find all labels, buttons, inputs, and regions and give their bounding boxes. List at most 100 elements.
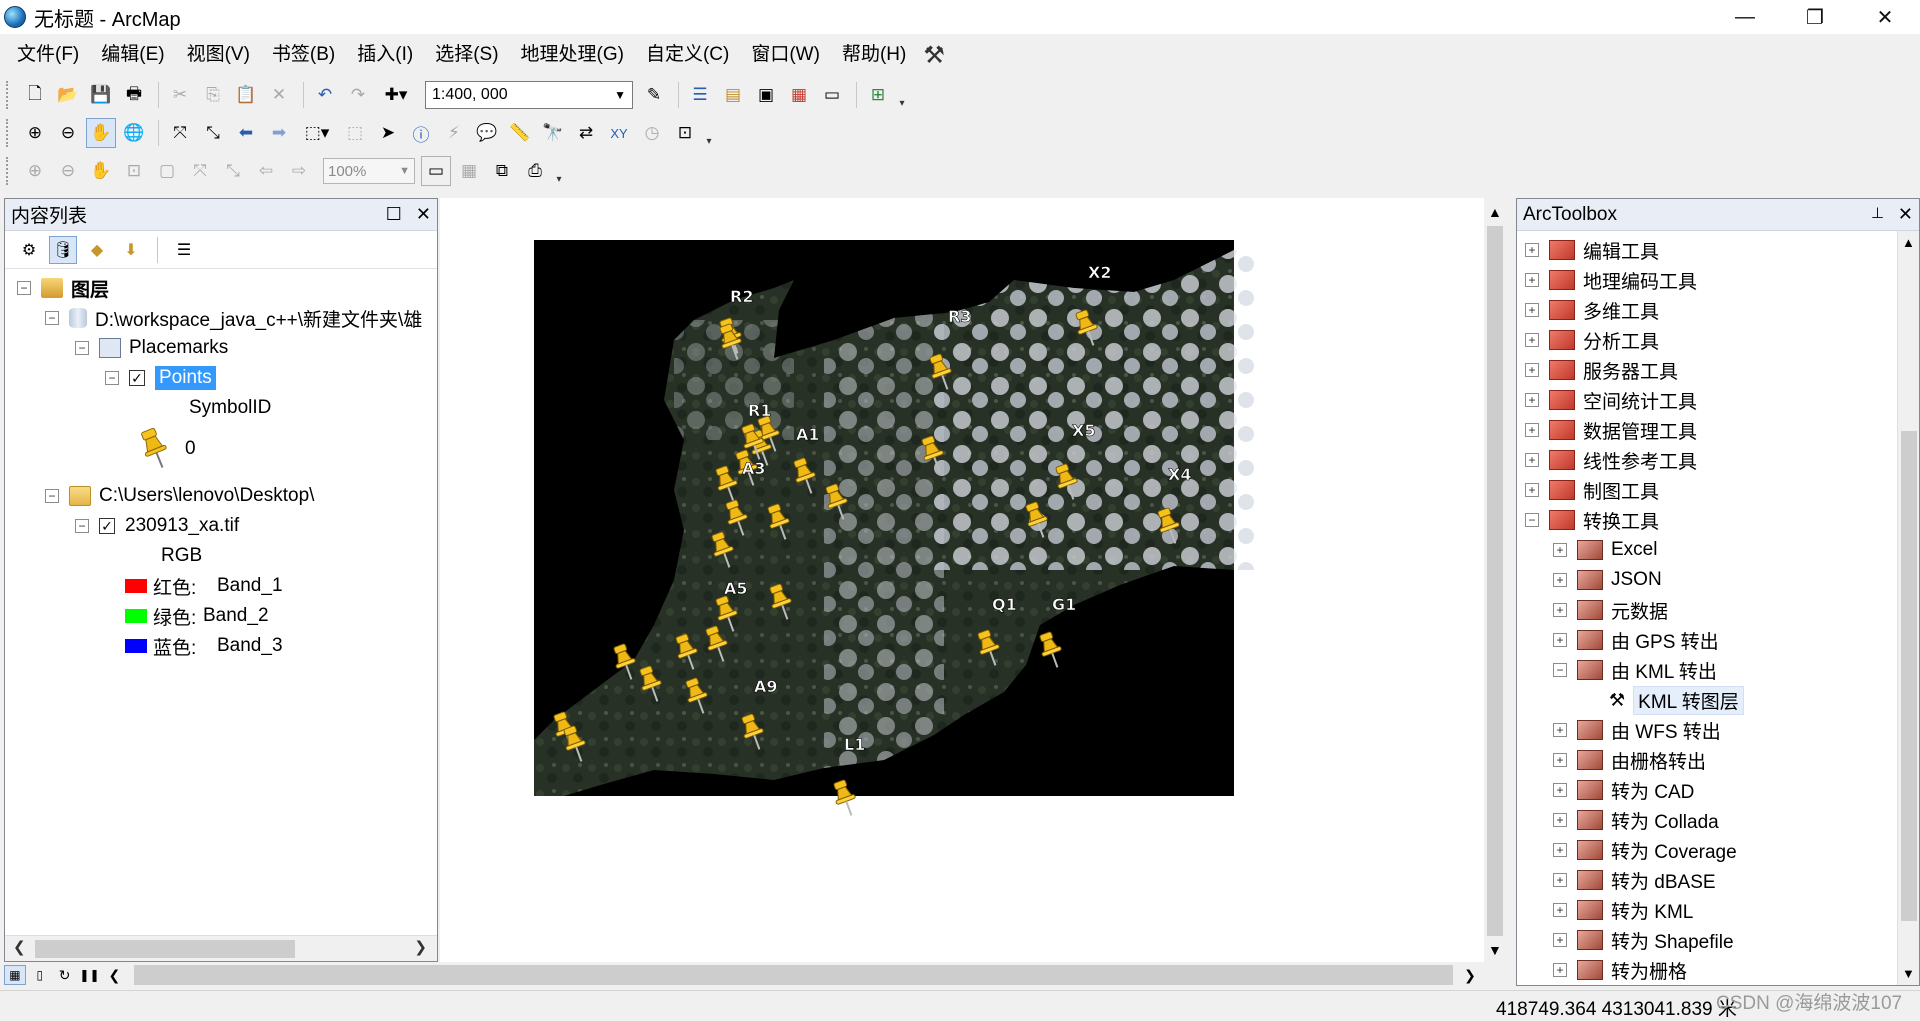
scroll-up-icon[interactable]: ▲	[1902, 235, 1915, 250]
restore-button[interactable]: ❐	[1780, 0, 1850, 34]
scroll-left-icon[interactable]: ❮	[103, 965, 125, 985]
toolset-from-gps[interactable]: + 由 GPS 转出	[1553, 625, 1719, 655]
python-window-icon[interactable]: ▭	[817, 80, 847, 110]
scroll-down-icon[interactable]: ▼	[1488, 942, 1502, 958]
collapse-icon[interactable]: −	[17, 281, 31, 295]
data-view-icon[interactable]: ▦	[4, 965, 26, 985]
pause-drawing-icon[interactable]: ❚❚	[79, 965, 101, 985]
table-of-contents-icon[interactable]: ☰	[685, 80, 715, 110]
list-by-source-icon[interactable]: 🛢	[49, 235, 77, 264]
map-canvas[interactable]: R2 R3 X2 R1 A1 X5 A3 X4 A5 Q1 G1 A9 L1	[440, 198, 1484, 964]
hammer-icon[interactable]: ⚒	[917, 41, 945, 70]
minimize-button[interactable]: —	[1710, 0, 1780, 34]
toolbox-conversion-tools[interactable]: − 转换工具	[1525, 505, 1659, 535]
raster-visibility-checkbox[interactable]: ✓	[99, 518, 115, 534]
menu-geoprocessing[interactable]: 地理处理(G)	[510, 38, 635, 72]
collapse-icon[interactable]: −	[105, 371, 119, 385]
toolbox-spatial-statistics-tools[interactable]: + 空间统计工具	[1525, 385, 1697, 415]
back-extent-icon[interactable]: ⬅	[231, 118, 261, 148]
expand-icon[interactable]: +	[1553, 633, 1567, 647]
pin-icon[interactable]: ⊥	[1871, 204, 1884, 225]
collapse-icon[interactable]: −	[1553, 663, 1567, 677]
tree-row-placemarks[interactable]: − Placemarks	[75, 333, 228, 363]
menu-insert[interactable]: 插入(I)	[346, 38, 424, 72]
expand-icon[interactable]: +	[1553, 603, 1567, 617]
toolset-metadata[interactable]: + 元数据	[1553, 595, 1668, 625]
toolbox-analysis-tools[interactable]: + 分析工具	[1525, 325, 1659, 355]
time-slider-icon[interactable]: ◷	[637, 118, 667, 148]
toolbox-close-icon[interactable]: ✕	[1898, 204, 1913, 225]
editor-toolbar-icon[interactable]: ✎	[639, 80, 669, 110]
fixed-zoom-out-layout-icon[interactable]: ⤡	[218, 156, 248, 186]
menu-file[interactable]: 文件(F)	[6, 38, 90, 72]
toc-horizontal-scrollbar[interactable]: ❮ ❯	[5, 935, 437, 961]
options-icon[interactable]: ☰	[170, 236, 198, 264]
map-scale-combobox[interactable]: 1:400, 000 ▼	[425, 81, 633, 109]
toolset-to-dbase[interactable]: + 转为 dBASE	[1553, 865, 1716, 895]
menu-selection[interactable]: 选择(S)	[424, 38, 509, 72]
menu-bookmarks[interactable]: 书签(B)	[261, 38, 346, 72]
new-document-icon[interactable]: 🗋	[20, 80, 50, 110]
expand-icon[interactable]: +	[1525, 303, 1539, 317]
list-by-visibility-icon[interactable]: ◆	[83, 236, 111, 264]
expand-icon[interactable]: +	[1553, 963, 1567, 977]
menu-customize[interactable]: 自定义(C)	[635, 38, 740, 72]
toolset-from-raster[interactable]: + 由栅格转出	[1553, 745, 1706, 775]
toolbar-options-icon[interactable]: ▾	[703, 119, 715, 147]
expand-icon[interactable]: +	[1553, 753, 1567, 767]
go-to-xy-icon[interactable]: XY	[604, 118, 634, 148]
tree-row-raster[interactable]: − ✓ 230913_xa.tif	[75, 511, 239, 541]
tree-row-points[interactable]: − ✓ Points	[105, 363, 216, 393]
list-by-selection-icon[interactable]: ⬇	[117, 236, 145, 264]
fixed-zoom-in-layout-icon[interactable]: ⤧	[185, 156, 215, 186]
collapse-icon[interactable]: −	[75, 519, 89, 533]
expand-icon[interactable]: +	[1525, 483, 1539, 497]
expand-icon[interactable]: +	[1553, 933, 1567, 947]
expand-icon[interactable]: +	[1553, 813, 1567, 827]
expand-icon[interactable]: +	[1525, 363, 1539, 377]
cut-icon[interactable]: ✂	[165, 80, 195, 110]
tree-row-symbol[interactable]: 0	[135, 427, 196, 471]
close-button[interactable]: ✕	[1850, 0, 1920, 34]
identify-icon[interactable]: ⓘ	[406, 118, 436, 148]
refresh-icon[interactable]: ↻	[54, 965, 76, 985]
search-window-icon[interactable]: ▣	[751, 80, 781, 110]
map-vertical-scrollbar[interactable]: ▲ ▼	[1484, 198, 1506, 964]
full-extent-icon[interactable]: 🌐	[119, 118, 149, 148]
scroll-down-icon[interactable]: ▼	[1902, 966, 1915, 981]
expand-icon[interactable]: +	[1553, 543, 1567, 557]
clear-selection-icon[interactable]: ⬚	[340, 118, 370, 148]
list-by-drawing-order-icon[interactable]: ⚙	[15, 236, 43, 264]
points-layer-label[interactable]: Points	[155, 366, 216, 390]
scroll-thumb[interactable]	[35, 940, 295, 958]
select-elements-icon[interactable]: ➤	[373, 118, 403, 148]
html-popup-icon[interactable]: 💬	[472, 118, 502, 148]
expand-icon[interactable]: +	[1525, 333, 1539, 347]
copy-icon[interactable]: ⎘	[198, 80, 228, 110]
scroll-thumb[interactable]	[1901, 431, 1917, 921]
zoom-100-icon[interactable]: ▢	[152, 156, 182, 186]
zoom-whole-page-icon[interactable]: ⊡	[119, 156, 149, 186]
add-data-icon[interactable]: ✚▾	[376, 80, 416, 110]
menu-view[interactable]: 视图(V)	[176, 38, 261, 72]
scroll-thumb[interactable]	[1487, 226, 1503, 936]
toolset-to-cad[interactable]: + 转为 CAD	[1553, 775, 1694, 805]
fixed-zoom-in-icon[interactable]: ⤧	[165, 118, 195, 148]
collapse-icon[interactable]: −	[75, 341, 89, 355]
toolbox-vertical-scrollbar[interactable]: ▲ ▼	[1897, 231, 1919, 985]
arctoolbox-icon[interactable]: ▦	[784, 80, 814, 110]
toolset-to-shapefile[interactable]: + 转为 Shapefile	[1553, 925, 1734, 955]
menu-help[interactable]: 帮助(H)	[831, 38, 917, 72]
toggle-draft-mode-icon[interactable]: ▭	[421, 156, 451, 186]
redo-icon[interactable]: ↷	[343, 80, 373, 110]
print-icon[interactable]: 🖶	[119, 80, 149, 110]
tree-row-layers[interactable]: − 图层	[17, 273, 109, 303]
toc-autohide-icon[interactable]: ☐	[386, 204, 402, 225]
toolbox-multidimension-tools[interactable]: + 多维工具	[1525, 295, 1659, 325]
delete-icon[interactable]: ✕	[264, 80, 294, 110]
toolbar-options-icon[interactable]: ▾	[553, 157, 565, 185]
points-visibility-checkbox[interactable]: ✓	[129, 370, 145, 386]
expand-icon[interactable]: +	[1525, 243, 1539, 257]
expand-icon[interactable]: +	[1553, 843, 1567, 857]
expand-icon[interactable]: +	[1553, 903, 1567, 917]
